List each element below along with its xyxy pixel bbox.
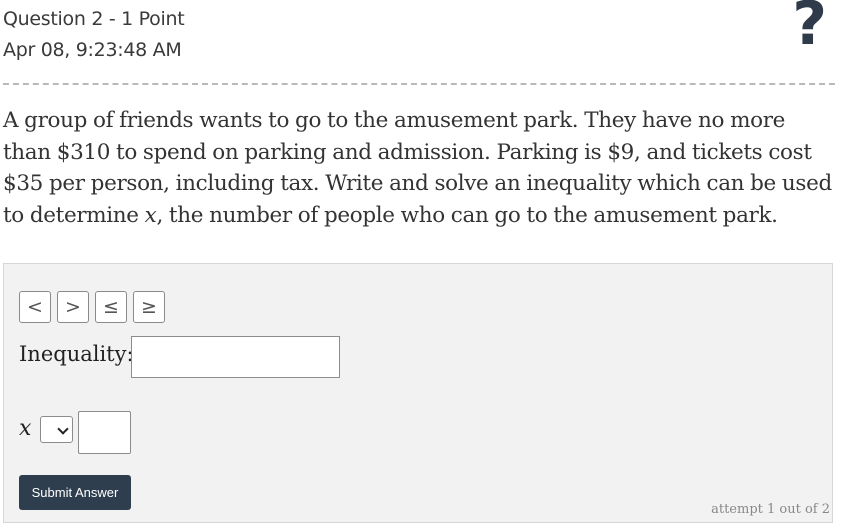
- inequality-input[interactable]: [131, 336, 340, 378]
- question-timestamp: Apr 08, 9:23:48 AM: [3, 39, 182, 61]
- greater-than-button[interactable]: >: [57, 291, 89, 323]
- less-than-or-equal-button[interactable]: ≤: [95, 291, 127, 323]
- less-than-button[interactable]: <: [19, 291, 51, 323]
- question-title: Question 2 - 1 Point: [3, 8, 185, 30]
- question-text: A group of friends wants to go to the am…: [3, 105, 835, 231]
- question-text-part2: , the number of people who can go to the…: [156, 202, 778, 228]
- chevron-down-icon: [57, 423, 69, 435]
- greater-than-or-equal-button[interactable]: ≥: [133, 291, 165, 323]
- attempt-counter: attempt 1 out of 2: [711, 502, 830, 517]
- variable-label: x: [19, 416, 32, 441]
- help-icon[interactable]: ?: [792, 0, 827, 54]
- question-header: Question 2 - 1 Point Apr 08, 9:23:48 AM …: [3, 0, 835, 78]
- relation-select[interactable]: [40, 416, 73, 443]
- symbol-toolbar: < > ≤ ≥: [19, 291, 165, 323]
- inequality-label: Inequality:: [19, 342, 134, 366]
- answer-panel: < > ≤ ≥ Inequality: x Submit Answer atte…: [3, 263, 833, 523]
- question-variable: x: [144, 202, 157, 228]
- submit-answer-button[interactable]: Submit Answer: [19, 475, 131, 510]
- solution-number-input[interactable]: [78, 411, 131, 454]
- header-divider: [3, 83, 835, 85]
